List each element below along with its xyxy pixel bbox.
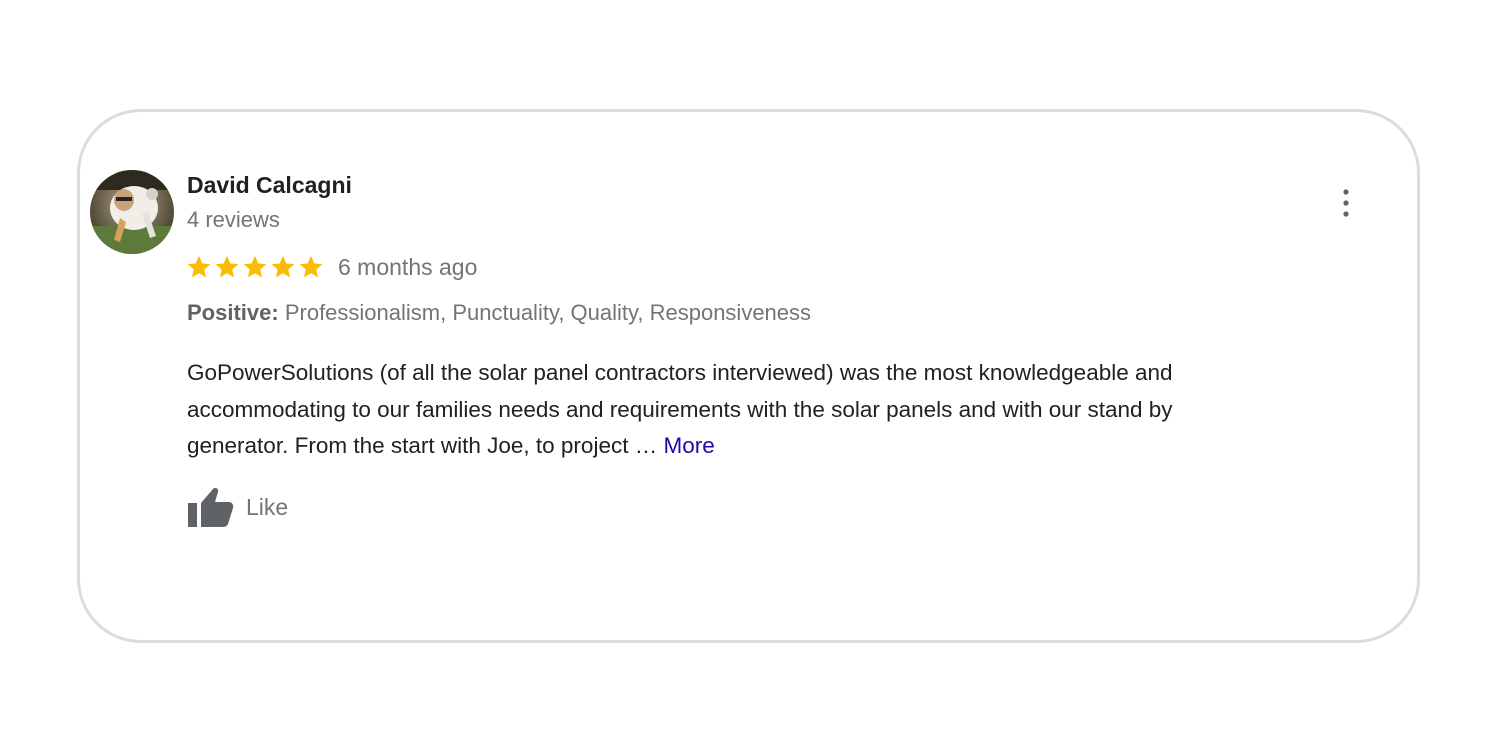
- like-label: Like: [246, 493, 289, 520]
- positive-attributes: Positive: Professionalism, Punctuality, …: [187, 300, 811, 326]
- star-icon: [214, 254, 240, 280]
- star-icon: [242, 254, 268, 280]
- reviewer-review-count[interactable]: 4 reviews: [187, 207, 280, 233]
- review-line: accommodating to our families needs and …: [187, 396, 1173, 422]
- positive-label: Positive:: [187, 300, 279, 325]
- more-options-button[interactable]: [1330, 184, 1362, 224]
- star-rating: [186, 254, 324, 280]
- review-text: GoPowerSolutions (of all the solar panel…: [187, 355, 1362, 465]
- star-icon: [298, 254, 324, 280]
- rating-row: 6 months ago: [186, 252, 477, 282]
- more-vert-icon: [1343, 189, 1349, 217]
- like-button[interactable]: Like: [186, 484, 288, 530]
- review-line: GoPowerSolutions (of all the solar panel…: [187, 360, 1173, 385]
- star-icon: [186, 254, 212, 280]
- review-time: 6 months ago: [338, 253, 478, 280]
- star-icon: [270, 254, 296, 280]
- review-line-text: generator. From the start with Joe, to p…: [187, 433, 664, 458]
- review-line: generator. From the start with Joe, to p…: [187, 428, 1362, 465]
- more-link[interactable]: More: [663, 433, 714, 458]
- thumbs-up-icon: [188, 488, 234, 527]
- positive-items: Professionalism, Punctuality, Quality, R…: [284, 300, 812, 325]
- reviewer-name[interactable]: David Calcagni: [187, 172, 352, 199]
- reviewer-avatar[interactable]: [90, 170, 174, 254]
